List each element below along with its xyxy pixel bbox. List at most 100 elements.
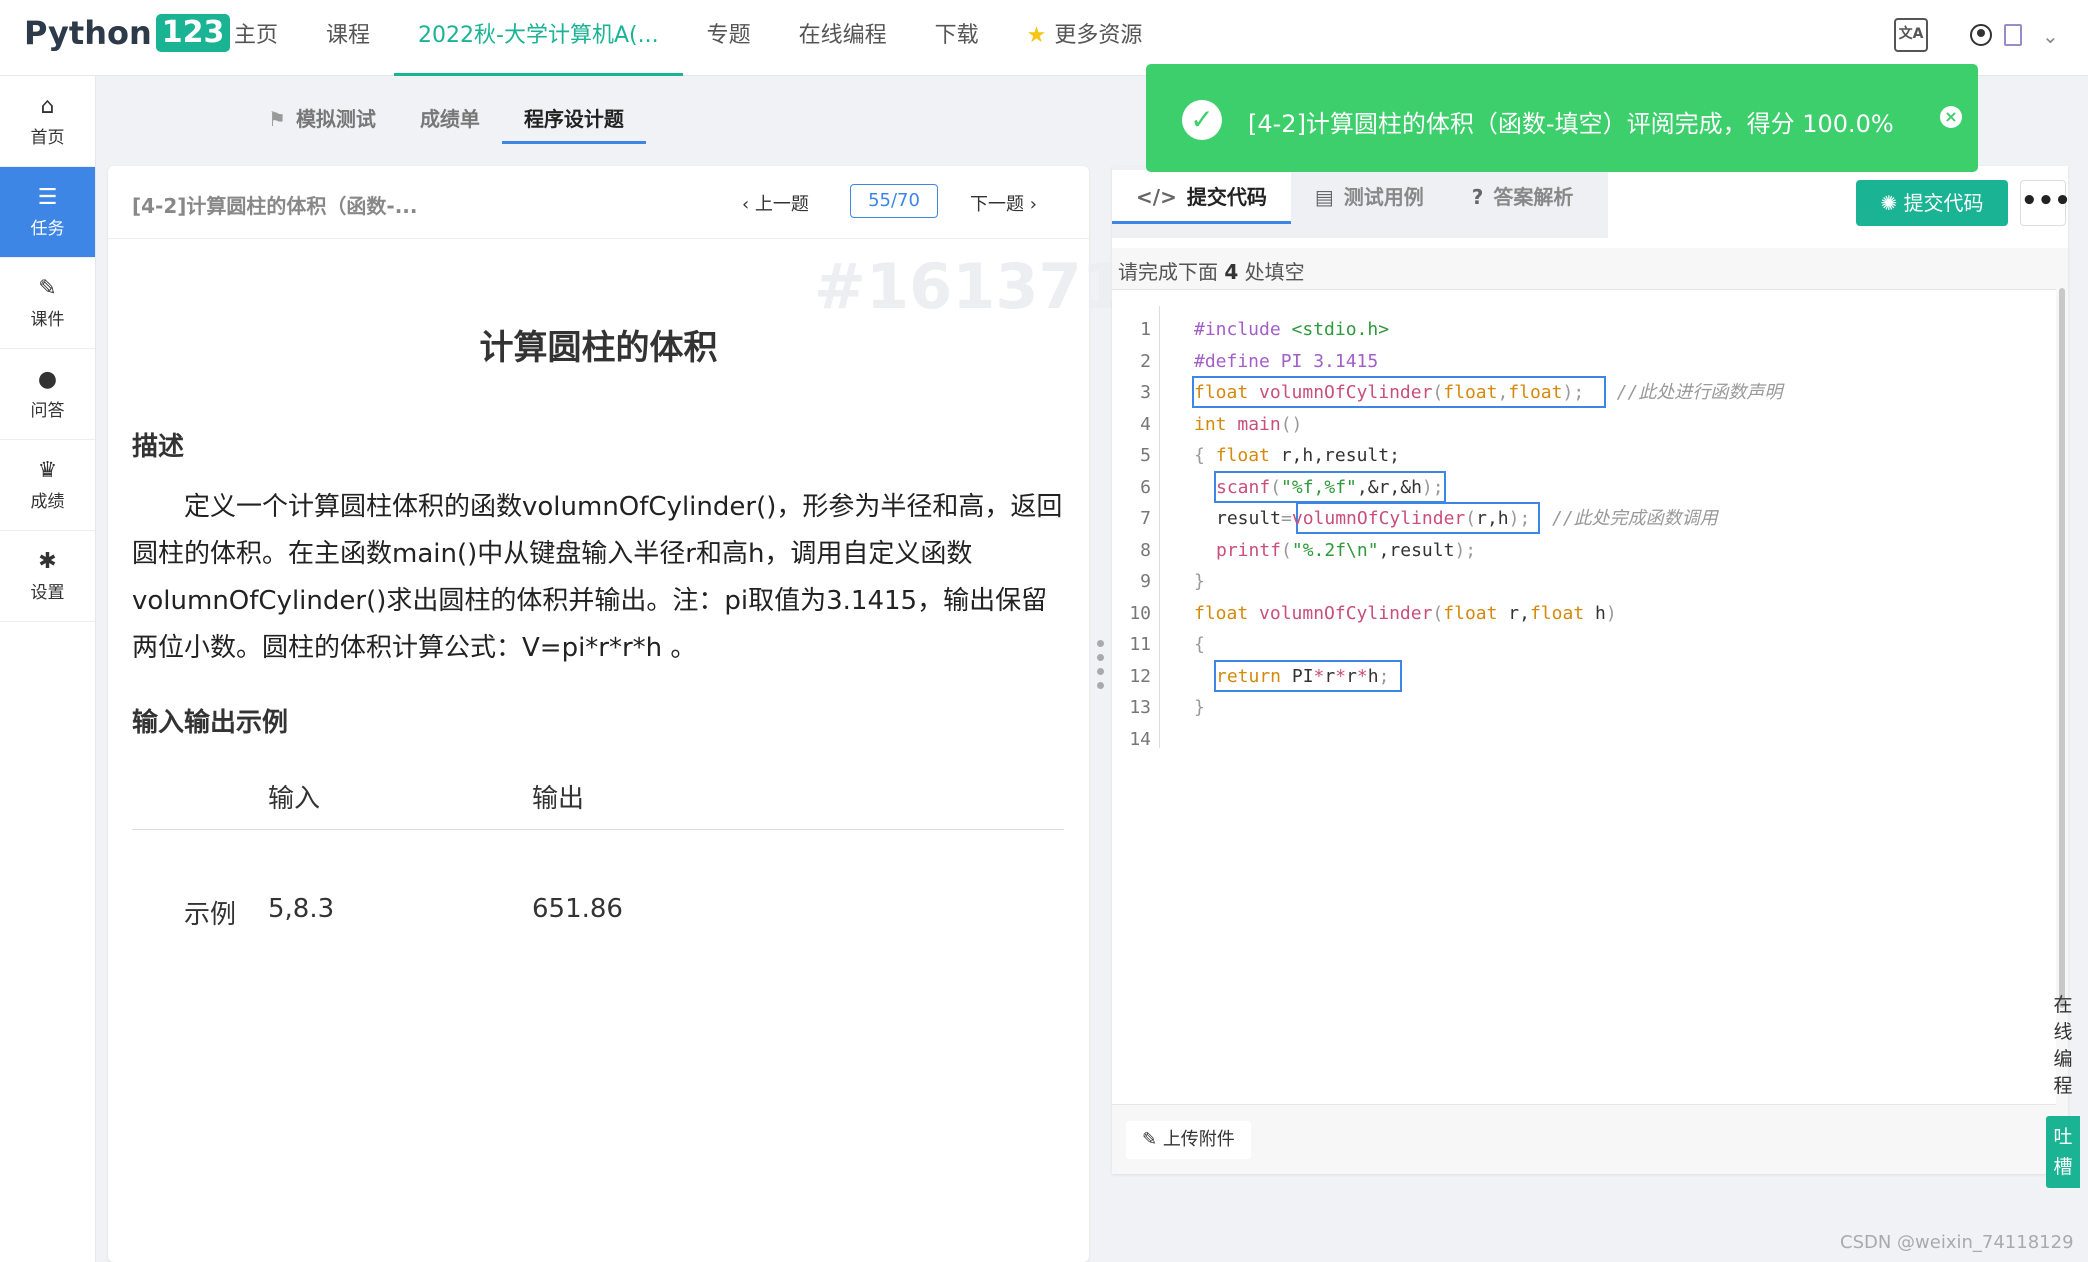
paperclip-icon: ✎ xyxy=(38,276,57,301)
user-avatar-icon[interactable] xyxy=(1970,24,1992,46)
description-heading: 描述 xyxy=(132,432,185,462)
line-number: 7 xyxy=(1140,508,1151,529)
code-token: float xyxy=(1443,382,1498,403)
panel-splitter-handle[interactable] xyxy=(1094,640,1106,700)
code-token: r,h,result; xyxy=(1269,445,1400,466)
io-table-header: 输入 输出 xyxy=(132,770,1064,830)
code-token: float xyxy=(1443,602,1498,624)
code-token: * xyxy=(1356,665,1368,687)
home-icon: ⌂ xyxy=(40,94,55,119)
code-line-11: { xyxy=(1194,634,1205,655)
flag-icon: ⚑ xyxy=(268,107,286,131)
line-number: 9 xyxy=(1140,571,1151,592)
brand-logo[interactable]: Python 123 xyxy=(24,14,231,52)
code-token: = xyxy=(1281,508,1292,529)
paperclip-icon: ✎ xyxy=(1142,1129,1163,1150)
sidebar-item-settings[interactable]: ✱ 设置 xyxy=(0,531,95,622)
sidebar-item-qa[interactable]: ● 问答 xyxy=(0,349,95,440)
comments-icon: ● xyxy=(37,367,58,392)
feedback-float-button[interactable]: 吐槽 xyxy=(2046,1116,2080,1188)
code-token: volumnOfCylinder xyxy=(1291,508,1466,529)
code-token: ,result xyxy=(1378,539,1455,561)
tasks-icon: ☰ xyxy=(37,185,58,210)
tab-label: 模拟测试 xyxy=(295,107,376,131)
code-line-10: float volumnOfCylinder(float r,float h) xyxy=(1194,598,1617,630)
code-token: , xyxy=(1497,382,1509,403)
online-coding-float-link[interactable]: 在线编程 xyxy=(2046,992,2080,1102)
code-token: r,h xyxy=(1476,508,1509,529)
code-line-5: { float r,h,result; xyxy=(1194,440,1400,472)
description-text: 定义一个计算圆柱体积的函数volumnOfCylinder()，形参为半径和高，… xyxy=(132,492,1063,663)
code-token: ; xyxy=(1378,665,1390,687)
code-line-1: #include <stdio.h> xyxy=(1194,314,1389,346)
code-line-7: result=volumnOfCylinder(r,h); //此处完成函数调用 xyxy=(1216,503,1718,535)
code-icon: </> xyxy=(1136,185,1177,209)
code-panel-footer: ✎ 上传附件 xyxy=(1112,1104,2056,1174)
code-token: ); xyxy=(1454,539,1477,561)
code-token: return xyxy=(1216,665,1282,687)
code-panel-tabs: </> 提交代码 ▤ 测试用例 ? 答案解析 xyxy=(1112,166,1608,238)
code-token: float xyxy=(1529,602,1585,624)
prev-question-button[interactable]: ‹ 上一题 xyxy=(742,190,809,216)
code-token: ) xyxy=(1605,602,1617,624)
nav-online-coding[interactable]: 在线编程 xyxy=(775,0,911,76)
nav-home[interactable]: 主页 xyxy=(210,0,302,76)
code-line-9: } xyxy=(1194,571,1205,592)
code-token: volumnOfCylinder xyxy=(1248,382,1433,403)
tab-mock-test[interactable]: ⚑ 模拟测试 xyxy=(246,94,398,144)
code-line-3: float volumnOfCylinder(float,float); //此… xyxy=(1194,377,1782,409)
line-number: 8 xyxy=(1140,539,1151,561)
sidebar-item-label: 任务 xyxy=(30,219,65,239)
prev-label: 上一题 xyxy=(754,194,809,215)
code-token: float xyxy=(1215,445,1270,466)
check-circle-icon: ✓ xyxy=(1182,100,1222,140)
code-line-4: int main() xyxy=(1194,409,1302,441)
upload-attachment-button[interactable]: ✎ 上传附件 xyxy=(1126,1121,1251,1159)
code-token: r xyxy=(1346,665,1357,687)
translate-icon[interactable]: 文A xyxy=(1894,18,1928,52)
sidebar-item-tasks[interactable]: ☰ 任务 xyxy=(0,167,95,258)
sidebar-item-home[interactable]: ⌂ 首页 xyxy=(0,76,95,167)
code-token: ,&r,&h xyxy=(1356,476,1422,498)
main-nav: 主页 课程 2022秋-大学计算机A(... 专题 在线编程 下载 ★ 更多资源 xyxy=(210,0,1166,76)
tab-submit-code[interactable]: </> 提交代码 xyxy=(1112,170,1291,224)
question-page-indicator[interactable]: 55/70 xyxy=(850,184,938,218)
nav-current-course[interactable]: 2022秋-大学计算机A(... xyxy=(394,0,683,76)
code-token: * xyxy=(1335,665,1347,687)
line-number: 11 xyxy=(1129,634,1151,655)
nav-topics[interactable]: 专题 xyxy=(683,0,775,76)
submit-code-button[interactable]: ✺ 提交代码 xyxy=(1856,180,2008,226)
tab-programming[interactable]: 程序设计题 xyxy=(501,94,646,144)
code-token: PI 3.1415 xyxy=(1269,350,1379,372)
next-question-button[interactable]: 下一题 › xyxy=(970,190,1037,216)
code-token: scanf xyxy=(1216,476,1271,498)
nav-download[interactable]: 下载 xyxy=(911,0,1003,76)
line-number: 12 xyxy=(1129,665,1151,687)
sidebar-item-label: 课件 xyxy=(30,310,65,330)
code-editor[interactable]: 1 2 3 4 5 6 7 8 9 10 11 12 13 14 #includ… xyxy=(1112,306,2056,906)
line-number: 6 xyxy=(1140,476,1151,498)
more-options-button[interactable]: ••• xyxy=(2020,180,2071,226)
io-header-output: 输出 xyxy=(532,784,585,814)
code-line-2: #define PI 3.1415 xyxy=(1194,346,1378,378)
code-token: ( xyxy=(1432,602,1444,624)
code-token: float xyxy=(1194,602,1249,624)
tab-answer-analysis[interactable]: ? 答案解析 xyxy=(1448,170,1598,224)
sidebar-item-grades[interactable]: ♛ 成绩 xyxy=(0,440,95,531)
left-sidebar: ⌂ 首页 ☰ 任务 ✎ 课件 ● 问答 ♛ 成绩 ✱ 设置 xyxy=(0,76,96,1262)
sidebar-item-courseware[interactable]: ✎ 课件 xyxy=(0,258,95,349)
trophy-icon: ♛ xyxy=(37,458,58,483)
tab-test-cases[interactable]: ▤ 测试用例 xyxy=(1291,170,1448,224)
chevron-down-icon[interactable]: ⌄ xyxy=(2042,24,2059,48)
tab-grade-sheet[interactable]: 成绩单 xyxy=(398,94,502,144)
hint-count: 4 xyxy=(1224,260,1239,284)
line-number: 10 xyxy=(1129,602,1151,624)
nav-more-resources[interactable]: ★ 更多资源 xyxy=(1003,0,1167,76)
document-icon[interactable] xyxy=(2004,24,2022,46)
close-icon[interactable]: × xyxy=(1940,106,1962,128)
code-token: float xyxy=(1508,382,1563,403)
code-token: PI xyxy=(1281,665,1314,687)
sidebar-item-label: 成绩 xyxy=(30,492,65,512)
nav-courses[interactable]: 课程 xyxy=(302,0,394,76)
problem-id-watermark: #161371 xyxy=(814,250,1125,323)
